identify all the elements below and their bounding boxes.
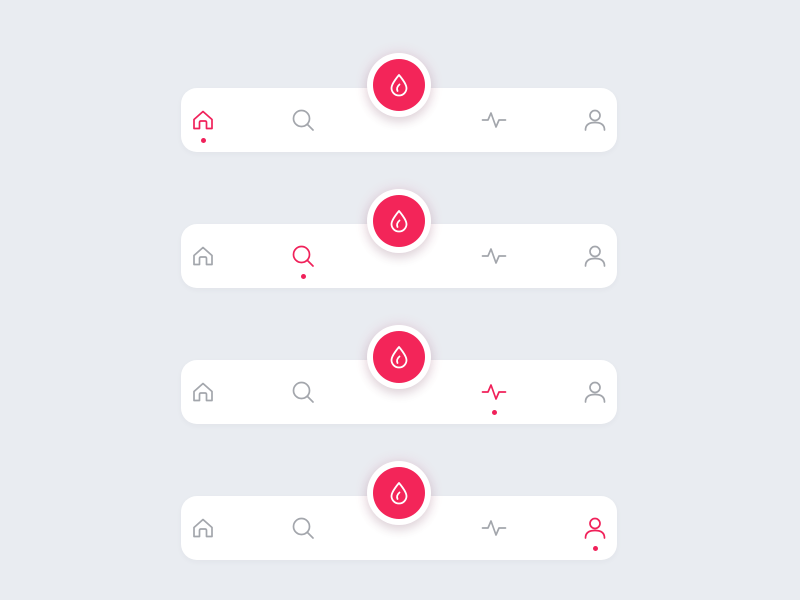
tab-search[interactable] xyxy=(275,88,331,152)
user-icon xyxy=(581,242,609,270)
active-indicator-dot xyxy=(300,274,306,279)
center-action-button[interactable] xyxy=(367,325,431,389)
activity-icon xyxy=(480,514,508,542)
user-icon xyxy=(581,378,609,406)
tab-bar xyxy=(181,325,617,424)
tab-home[interactable] xyxy=(175,360,231,424)
user-icon xyxy=(581,514,609,542)
center-action-circle xyxy=(373,59,425,111)
activity-icon xyxy=(480,106,508,134)
tab-home[interactable] xyxy=(175,88,231,152)
drop-icon xyxy=(386,344,412,370)
search-icon xyxy=(289,378,317,406)
user-icon xyxy=(581,106,609,134)
activity-icon xyxy=(480,378,508,406)
home-icon xyxy=(189,514,217,542)
home-icon xyxy=(189,378,217,406)
active-indicator-dot xyxy=(592,546,598,551)
drop-icon xyxy=(386,72,412,98)
tab-home[interactable] xyxy=(175,224,231,288)
center-action-button[interactable] xyxy=(367,189,431,253)
tab-activity[interactable] xyxy=(466,496,522,560)
home-icon xyxy=(189,106,217,134)
tab-bar xyxy=(181,53,617,152)
active-indicator-dot xyxy=(491,410,497,415)
tab-bar-variants xyxy=(0,0,800,600)
center-action-circle xyxy=(373,467,425,519)
tab-search[interactable] xyxy=(275,224,331,288)
center-action-button[interactable] xyxy=(367,53,431,117)
tab-profile[interactable] xyxy=(567,360,623,424)
tab-profile[interactable] xyxy=(567,224,623,288)
tab-activity[interactable] xyxy=(466,360,522,424)
tab-bar xyxy=(181,461,617,560)
activity-icon xyxy=(480,242,508,270)
home-icon xyxy=(189,242,217,270)
tab-home[interactable] xyxy=(175,496,231,560)
center-action-circle xyxy=(373,195,425,247)
tab-profile[interactable] xyxy=(567,496,623,560)
tab-search[interactable] xyxy=(275,496,331,560)
tab-activity[interactable] xyxy=(466,224,522,288)
search-icon xyxy=(289,242,317,270)
search-icon xyxy=(289,106,317,134)
drop-icon xyxy=(386,208,412,234)
search-icon xyxy=(289,514,317,542)
center-action-circle xyxy=(373,331,425,383)
tab-bar xyxy=(181,189,617,288)
center-action-button[interactable] xyxy=(367,461,431,525)
tab-activity[interactable] xyxy=(466,88,522,152)
tab-profile[interactable] xyxy=(567,88,623,152)
tab-search[interactable] xyxy=(275,360,331,424)
drop-icon xyxy=(386,480,412,506)
active-indicator-dot xyxy=(200,138,206,143)
